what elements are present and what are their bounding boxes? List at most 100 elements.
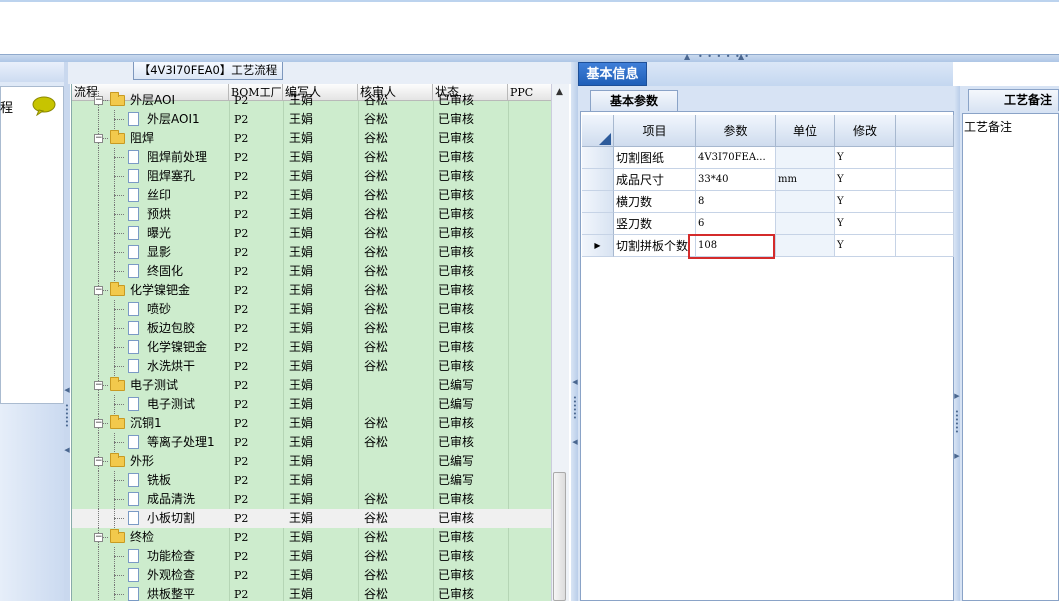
param-cell-item[interactable]: 成品尺寸 [614, 169, 696, 191]
scrollbar-thumb[interactable] [553, 472, 566, 601]
tree-row[interactable]: − 沉铜1 P2 王娟 谷松 已审核 [72, 414, 552, 433]
collapse-toggle-icon[interactable]: − [94, 533, 103, 542]
column-header-unit[interactable]: 单位 [776, 115, 835, 147]
document-icon [128, 226, 139, 240]
param-cell-modify[interactable]: Y [835, 191, 896, 213]
tree-connector [114, 347, 124, 348]
param-cell-modify[interactable]: Y [835, 147, 896, 169]
current-row-arrow-icon: ▶ [594, 241, 601, 250]
tree-row[interactable]: 预烘 P2 王娟 谷松 已审核 [72, 205, 552, 224]
tree-row[interactable]: 电子测试 P2 王娟 已编写 [72, 395, 552, 414]
tree-row[interactable]: 外层AOI1 P2 王娟 谷松 已审核 [72, 110, 552, 129]
collapse-toggle-icon[interactable]: − [94, 381, 103, 390]
tree-row[interactable]: 丝印 P2 王娟 谷松 已审核 [72, 186, 552, 205]
tab-basic-info[interactable]: 基本信息 [578, 62, 647, 86]
column-header-param[interactable]: 参数 [696, 115, 776, 147]
chat-bubble-icon[interactable] [32, 96, 56, 116]
param-cell-modify[interactable]: Y [835, 235, 896, 257]
folder-icon [110, 453, 125, 467]
column-header-item[interactable]: 项目 [614, 115, 696, 147]
tree-row[interactable]: − 终检 P2 王娟 谷松 已审核 [72, 528, 552, 547]
left-nav-item-label[interactable]: 程 [0, 97, 13, 116]
tree-connector [98, 585, 99, 601]
tree-row[interactable]: − 外形 P2 王娟 已编写 [72, 452, 552, 471]
scroll-up-arrow-icon[interactable]: ▲ [551, 84, 568, 101]
param-cell-modify[interactable]: Y [835, 213, 896, 235]
collapse-toggle-icon[interactable]: − [94, 419, 103, 428]
tree-cell-name: 终固化 [147, 264, 184, 278]
tree-row[interactable]: 终固化 P2 王娟 谷松 已审核 [72, 262, 552, 281]
tree-row[interactable]: 烘板整平 P2 王娟 谷松 已审核 [72, 585, 552, 601]
collapse-toggle-icon[interactable]: − [94, 457, 103, 466]
left-splitter[interactable] [64, 62, 70, 601]
param-cell-value[interactable]: 8 [696, 191, 776, 213]
row-selector[interactable] [582, 191, 614, 213]
collapse-arrow-icon[interactable]: ◀ [64, 387, 70, 394]
param-cell-item[interactable]: 竖刀数 [614, 213, 696, 235]
collapse-arrow-icon[interactable]: ◀ [64, 447, 70, 454]
tree-row[interactable]: − 电子测试 P2 王娟 已编写 [72, 376, 552, 395]
param-cell-value[interactable]: 6 [696, 213, 776, 235]
param-cell-unit[interactable] [776, 213, 835, 235]
tree-row[interactable]: 阻焊塞孔 P2 王娟 谷松 已审核 [72, 167, 552, 186]
tab-basic-params[interactable]: 基本参数 [590, 90, 678, 111]
param-cell-value[interactable]: 33*40 [696, 169, 776, 191]
row-selector-header[interactable] [582, 115, 614, 147]
row-selector[interactable] [582, 213, 614, 235]
tree-row[interactable]: 化学镍钯金 P2 王娟 谷松 已审核 [72, 338, 552, 357]
collapse-toggle-icon[interactable]: − [94, 96, 103, 105]
tree-row[interactable]: 阻焊前处理 P2 王娟 谷松 已审核 [72, 148, 552, 167]
param-row[interactable]: 切割图纸 4V3I70FEA... Y [582, 147, 954, 169]
row-selector[interactable]: ▶ [582, 235, 614, 257]
tree-row[interactable]: 功能检查 P2 王娟 谷松 已审核 [72, 547, 552, 566]
param-cell-item[interactable]: 切割拼板个数 [614, 235, 696, 257]
tree-row[interactable]: − 外层AOI P2 王娟 谷松 已审核 [72, 91, 552, 110]
param-cell-value[interactable]: 4V3I70FEA... [696, 147, 776, 169]
param-cell-item[interactable]: 切割图纸 [614, 147, 696, 169]
tree-row[interactable]: 喷砂 P2 王娟 谷松 已审核 [72, 300, 552, 319]
param-cell-item[interactable]: 横刀数 [614, 191, 696, 213]
param-cell-modify[interactable]: Y [835, 169, 896, 191]
tree-cell-reviewer: 谷松 [364, 435, 389, 449]
tree-cell-status: 已审核 [438, 188, 475, 202]
collapse-toggle-icon[interactable]: − [94, 134, 103, 143]
row-selector[interactable] [582, 169, 614, 191]
process-tree-grid[interactable]: 流程 BOM工厂 编写人 核审人 状态 PPC − 外层AOI P2 王娟 谷松 已审核外… [71, 84, 552, 601]
tree-row[interactable]: − 阻焊 P2 王娟 谷松 已审核 [72, 129, 552, 148]
tree-cell-bom: P2 [234, 588, 249, 601]
param-row[interactable]: 横刀数 8 Y [582, 191, 954, 213]
tree-cell-name: 成品清洗 [147, 492, 196, 506]
param-row[interactable]: 成品尺寸 33*40 mm Y [582, 169, 954, 191]
tree-row[interactable]: 铣板 P2 王娟 已编写 [72, 471, 552, 490]
tree-row[interactable]: 曝光 P2 王娟 谷松 已审核 [72, 224, 552, 243]
tree-row[interactable]: 显影 P2 王娟 谷松 已审核 [72, 243, 552, 262]
tree-row[interactable]: 成品清洗 P2 王娟 谷松 已审核 [72, 490, 552, 509]
document-icon [128, 473, 139, 487]
param-row[interactable]: 竖刀数 6 Y [582, 213, 954, 235]
collapse-arrow-icon[interactable]: ▲ [738, 53, 744, 61]
tree-row[interactable]: 外观检查 P2 王娟 谷松 已审核 [72, 566, 552, 585]
param-cell-unit[interactable]: mm [776, 169, 835, 191]
param-cell-unit[interactable] [776, 147, 835, 169]
tree-row[interactable]: 小板切割 P2 王娟 谷松 已审核 [72, 509, 552, 528]
tree-row[interactable]: 水洗烘干 P2 王娟 谷松 已审核 [72, 357, 552, 376]
tree-cell-status: 已审核 [438, 321, 475, 335]
remarks-area[interactable] [962, 113, 1059, 601]
collapse-toggle-icon[interactable]: − [94, 286, 103, 295]
row-selector[interactable] [582, 147, 614, 169]
collapse-arrow-icon[interactable]: ▲ [684, 53, 690, 61]
tree-row[interactable]: − 化学镍钯金 P2 王娟 谷松 已审核 [72, 281, 552, 300]
tree-row[interactable]: 等离子处理1 P2 王娟 谷松 已审核 [72, 433, 552, 452]
column-header-modify[interactable]: 修改 [835, 115, 896, 147]
tab-process-remarks[interactable]: 工艺备注 [968, 89, 1059, 111]
tree-cell-name: 喷砂 [147, 302, 172, 316]
tree-cell-reviewer: 谷松 [364, 416, 389, 430]
tree-cell-bom: P2 [234, 132, 249, 145]
tree-cell-bom: P2 [234, 151, 249, 164]
middle-splitter[interactable] [571, 62, 578, 601]
param-cell-unit[interactable] [776, 235, 835, 257]
tree-cell-writer: 王娟 [289, 492, 314, 506]
top-splitter[interactable] [0, 54, 1059, 62]
param-cell-unit[interactable] [776, 191, 835, 213]
tree-row[interactable]: 板边包胶 P2 王娟 谷松 已审核 [72, 319, 552, 338]
